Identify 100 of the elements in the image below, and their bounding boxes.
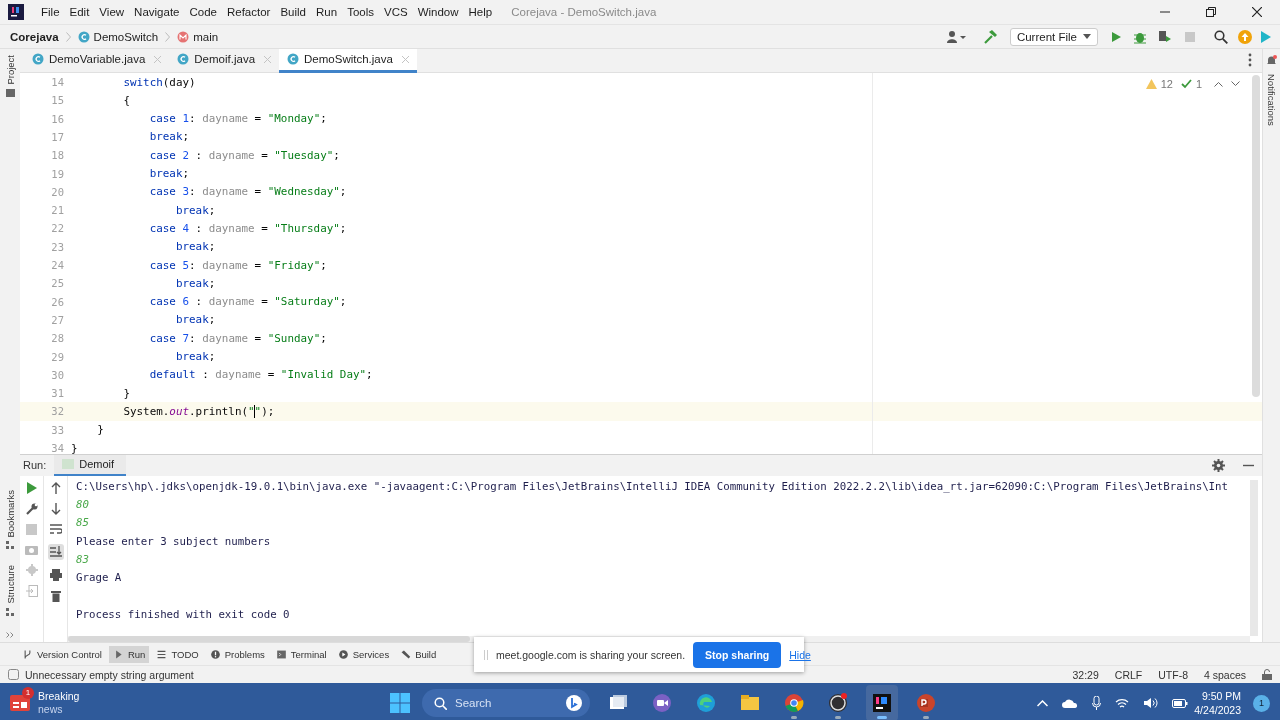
menu-item[interactable]: Help <box>463 4 498 20</box>
stop-sharing-button[interactable]: Stop sharing <box>693 641 782 668</box>
chrome-icon[interactable] <box>784 693 804 713</box>
inspection-count[interactable]: 1 <box>1195 77 1202 90</box>
more-icon[interactable] <box>1248 53 1252 68</box>
menu-item[interactable]: Code <box>184 4 222 20</box>
editor-tab[interactable]: DemoSwitch.java <box>279 49 417 73</box>
breadcrumb[interactable]: Corejava <box>10 30 59 43</box>
notification-badge[interactable]: 1 <box>1253 694 1270 712</box>
editor-tab[interactable]: DemoVariable.java <box>24 49 170 73</box>
search-icon[interactable] <box>1214 29 1228 44</box>
up-arrow-icon[interactable] <box>50 481 61 494</box>
start-icon[interactable] <box>390 693 410 713</box>
inspection-count[interactable]: 12 <box>1160 77 1173 90</box>
lock-icon[interactable] <box>1262 669 1272 680</box>
bell-icon[interactable] <box>1266 55 1277 66</box>
menu-item[interactable]: View <box>94 4 130 20</box>
wrench-icon[interactable] <box>25 502 38 515</box>
battery-icon[interactable] <box>1172 698 1189 708</box>
menu-item[interactable]: Edit <box>64 4 95 20</box>
status-item[interactable]: CRLF <box>1114 668 1143 681</box>
trash-icon[interactable] <box>50 589 61 602</box>
scrollbar[interactable] <box>68 636 470 642</box>
powerpoint-icon[interactable] <box>916 693 936 713</box>
close-icon[interactable] <box>1252 7 1262 17</box>
code-line: } <box>70 441 78 454</box>
line-number: 20 <box>50 185 65 198</box>
menu-item[interactable]: Run <box>311 4 343 20</box>
check-icon[interactable] <box>1180 78 1192 89</box>
tool-window-tab[interactable]: Services <box>333 645 394 663</box>
news-subtitle[interactable]: news <box>38 703 80 716</box>
line-number: 34 <box>50 442 65 454</box>
menu-item[interactable]: File <box>36 4 65 20</box>
output-text: Please enter 3 subject numbers <box>76 533 272 550</box>
line-number: 15 <box>50 94 65 107</box>
status-item[interactable]: UTF-8 <box>1158 668 1188 681</box>
panel-label: Run: <box>23 459 47 472</box>
microphone-icon[interactable] <box>1092 696 1102 710</box>
menu-item[interactable]: VCS <box>379 4 413 20</box>
speaker-icon[interactable] <box>1143 697 1159 709</box>
method-icon <box>177 30 190 43</box>
menu-item[interactable]: Build <box>275 4 311 20</box>
scroll-to-end-icon[interactable] <box>49 545 62 558</box>
clock-time[interactable]: 9:50 PM <box>1201 689 1241 703</box>
output-text: Process finished with exit code 0 <box>76 606 291 623</box>
menu-item[interactable]: Refactor <box>221 4 276 20</box>
coverage-icon[interactable] <box>1158 29 1172 44</box>
tool-window-tab[interactable]: Terminal <box>271 645 331 663</box>
restore-icon[interactable] <box>1206 7 1216 17</box>
search-field[interactable]: Search <box>422 689 590 717</box>
code-line: case 1: dayname = "Monday"; <box>148 112 327 126</box>
clock-date[interactable]: 4/24/2023 <box>1194 703 1241 717</box>
terminal-icon <box>275 648 287 660</box>
breadcrumb[interactable]: main <box>193 30 219 43</box>
hide-link[interactable]: Hide <box>789 648 811 661</box>
drag-handle-icon[interactable] <box>484 649 488 660</box>
tool-window-button[interactable]: Project <box>4 55 16 85</box>
scrollbar[interactable] <box>1252 74 1260 397</box>
menu-item[interactable]: Navigate <box>129 4 185 20</box>
breadcrumb[interactable]: DemoSwitch <box>93 30 159 43</box>
panel-icon[interactable] <box>8 669 19 680</box>
status-item[interactable]: 4 spaces <box>1203 668 1246 681</box>
soft-wrap-icon[interactable] <box>49 523 62 535</box>
tool-window-button[interactable]: Structure <box>4 565 16 604</box>
tool-window-tab[interactable]: Run <box>108 645 150 663</box>
line-number: 21 <box>50 204 65 217</box>
line-number: 23 <box>50 240 65 253</box>
tool-window-button[interactable]: Notifications <box>1266 74 1277 126</box>
menu-item[interactable]: Tools <box>342 4 379 20</box>
video-call-icon[interactable] <box>652 693 672 713</box>
news-icon[interactable] <box>10 695 30 711</box>
code-line: default : dayname = "Invalid Day"; <box>148 368 373 382</box>
intellij-icon[interactable] <box>872 693 892 713</box>
chevron-up-icon[interactable] <box>1214 80 1223 87</box>
tool-window-tab[interactable]: Build <box>396 645 441 663</box>
run-config-dropdown[interactable]: Current File <box>1009 27 1098 46</box>
editor-tab[interactable]: Demoif.java <box>169 49 280 73</box>
edge-icon[interactable] <box>696 693 716 713</box>
tool-window-button[interactable]: Bookmarks <box>4 489 16 538</box>
obs-icon[interactable] <box>828 693 848 713</box>
tool-window-tab[interactable]: Problems <box>205 645 269 663</box>
down-arrow-icon[interactable] <box>50 502 61 515</box>
tool-window-tab[interactable]: TODO <box>152 645 203 663</box>
rerun-icon[interactable] <box>26 481 37 494</box>
code-line: case 3: dayname = "Wednesday"; <box>148 185 347 199</box>
user-icon[interactable] <box>945 29 966 44</box>
tool-window-tab[interactable]: Version Control <box>18 645 106 663</box>
folder-icon[interactable] <box>740 693 760 713</box>
console-tab[interactable]: Demoif <box>54 454 127 476</box>
expand-icon[interactable] <box>6 632 14 638</box>
run-icon[interactable] <box>1110 30 1122 43</box>
menu-item[interactable]: Window <box>412 4 464 20</box>
class-icon <box>77 30 90 43</box>
status-item[interactable]: 32:29 <box>1072 668 1099 681</box>
chevron-down-icon[interactable] <box>1231 80 1240 87</box>
print-icon[interactable] <box>49 568 62 581</box>
news-title[interactable]: Breaking <box>38 690 80 703</box>
wifi-icon[interactable] <box>1115 697 1130 709</box>
cloud-icon[interactable] <box>1062 698 1079 708</box>
settings-icon[interactable] <box>1212 458 1225 472</box>
